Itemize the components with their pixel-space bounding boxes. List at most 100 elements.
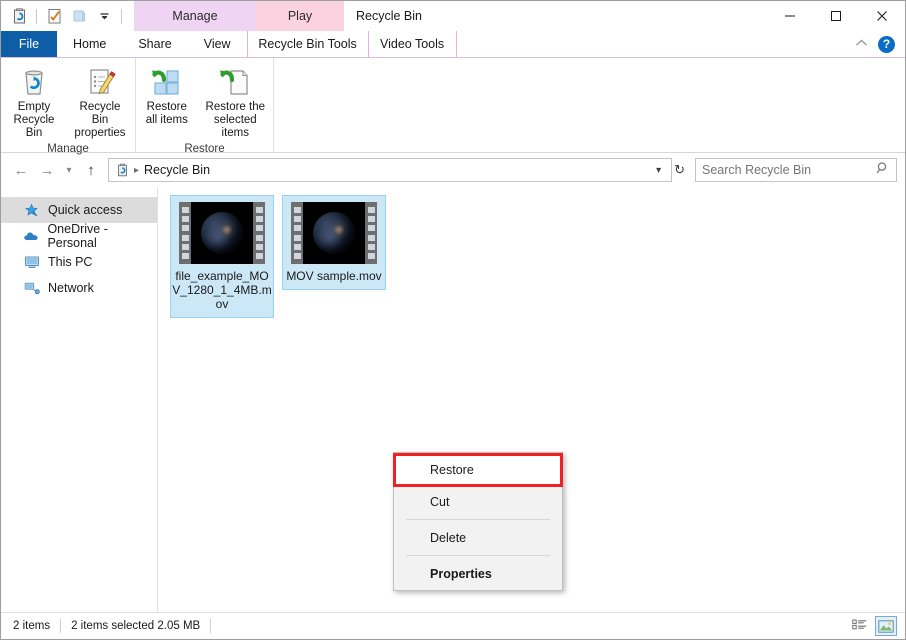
- context-menu-separator: [406, 555, 550, 556]
- file-name: file_example_MOV_1280_1_4MB.mov: [172, 269, 272, 311]
- view-switch-buttons: [849, 616, 897, 636]
- film-sprocket-left: [291, 202, 303, 264]
- sidebar-label-this-pc: This PC: [48, 255, 93, 269]
- earth-image: [313, 212, 355, 254]
- file-item[interactable]: MOV sample.mov: [282, 195, 386, 290]
- earth-image: [201, 212, 243, 254]
- context-menu-separator: [406, 519, 550, 520]
- sidebar-label-network: Network: [48, 281, 94, 295]
- restore-all-items-button[interactable]: Restore all items: [136, 63, 198, 127]
- properties-icon[interactable]: [44, 6, 64, 26]
- thumbnail-frame: [191, 202, 253, 264]
- refresh-icon[interactable]: ↻: [674, 162, 687, 178]
- breadcrumb-recycle-bin[interactable]: Recycle Bin: [144, 163, 210, 177]
- restore-all-items-label: Restore all items: [145, 101, 188, 126]
- empty-recycle-bin-label: Empty Recycle Bin: [13, 101, 55, 139]
- breadcrumb-separator-icon: ▸: [134, 164, 140, 176]
- contextual-header-manage: Manage: [134, 1, 256, 31]
- sidebar-item-onedrive[interactable]: OneDrive - Personal: [1, 222, 157, 250]
- recent-locations-button[interactable]: ▾: [61, 158, 77, 182]
- ribbon-group-manage: Empty Recycle Bin Recycle Bin properties…: [1, 58, 136, 155]
- quick-access-toolbar: [1, 1, 130, 31]
- status-bar: 2 items 2 items selected 2.05 MB: [1, 612, 905, 639]
- video-earth-thumbnail: [291, 202, 377, 264]
- search-input[interactable]: [702, 163, 876, 177]
- search-box[interactable]: [695, 158, 897, 182]
- file-item[interactable]: file_example_MOV_1280_1_4MB.mov: [170, 195, 274, 318]
- restore-selected-items-button[interactable]: Restore the selected items: [198, 63, 273, 140]
- context-menu-item-properties[interactable]: Properties: [394, 559, 562, 588]
- film-sprocket-left: [179, 202, 191, 264]
- breadcrumb[interactable]: ▸ Recycle Bin ▾: [108, 158, 673, 182]
- sidebar-label-quick-access: Quick access: [48, 203, 123, 217]
- collapse-ribbon-icon[interactable]: [855, 35, 868, 53]
- sidebar-item-network[interactable]: Network: [1, 275, 157, 301]
- restore-all-icon: [151, 65, 183, 99]
- tab-home[interactable]: Home: [57, 31, 122, 57]
- tab-share[interactable]: Share: [122, 31, 187, 57]
- restore-selected-items-label: Restore the selected items: [205, 101, 265, 139]
- restore-selected-icon: [219, 65, 251, 99]
- recycle-bin-icon: [114, 163, 131, 178]
- monitor-icon: [23, 254, 40, 271]
- properties-pencil-icon: [84, 65, 116, 99]
- explorer-body: Quick access OneDrive - Personal This PC…: [1, 187, 905, 612]
- context-menu-item-restore[interactable]: Restore: [393, 453, 563, 487]
- tab-recycle-bin-tools[interactable]: Recycle Bin Tools: [246, 31, 369, 57]
- chevron-down-icon[interactable]: ▾: [650, 165, 667, 176]
- tab-video-tools[interactable]: Video Tools: [368, 31, 457, 57]
- cloud-icon: [23, 228, 39, 245]
- network-icon: [23, 280, 40, 297]
- status-divider: [60, 619, 62, 633]
- navigation-pane: Quick access OneDrive - Personal This PC…: [1, 187, 158, 612]
- window-title: Recycle Bin: [356, 9, 422, 23]
- customize-dropdown[interactable]: [94, 6, 114, 26]
- video-earth-thumbnail: [179, 202, 265, 264]
- recycle-bin-properties-label: Recycle Bin properties: [74, 101, 126, 139]
- recycle-bin-properties-button[interactable]: Recycle Bin properties: [67, 63, 133, 140]
- status-selection-info: 2 items selected 2.05 MB: [71, 620, 201, 632]
- context-menu: Restore Cut Delete Properties: [393, 452, 563, 591]
- minimize-button[interactable]: [767, 1, 813, 31]
- ribbon-tab-bar-right: ?: [855, 31, 905, 57]
- file-name: MOV sample.mov: [286, 269, 382, 283]
- tab-file[interactable]: File: [1, 31, 57, 57]
- sidebar-item-quick-access[interactable]: Quick access: [1, 197, 157, 223]
- title-bar: Manage Play Recycle Bin: [1, 1, 905, 31]
- thumbnail-frame: [303, 202, 365, 264]
- ribbon-tab-bar: File Home Share View Recycle Bin Tools V…: [1, 31, 905, 57]
- star-pin-icon: [23, 202, 40, 219]
- explorer-window: Manage Play Recycle Bin File Home Share …: [0, 0, 906, 640]
- context-menu-item-cut[interactable]: Cut: [394, 487, 562, 516]
- details-view-button[interactable]: [849, 616, 871, 636]
- status-item-count: 2 items: [13, 620, 51, 632]
- close-button[interactable]: [859, 1, 905, 31]
- sidebar-label-onedrive: OneDrive - Personal: [47, 222, 108, 250]
- recycle-bin-icon[interactable]: [9, 6, 29, 26]
- contextual-tab-headers: Manage Play: [134, 1, 344, 31]
- large-icons-view-button[interactable]: [875, 616, 897, 636]
- status-divider-2: [210, 619, 212, 633]
- tab-view[interactable]: View: [188, 31, 247, 57]
- ribbon-group-label-restore: Restore: [184, 143, 225, 155]
- empty-recycle-bin-button[interactable]: Empty Recycle Bin: [1, 63, 67, 140]
- new-folder-icon[interactable]: [69, 6, 89, 26]
- toolbar-divider: [36, 8, 37, 24]
- back-button[interactable]: ←: [9, 158, 33, 182]
- forward-button[interactable]: →: [35, 158, 59, 182]
- film-sprocket-right: [365, 202, 377, 264]
- sidebar-item-this-pc[interactable]: This PC: [1, 249, 157, 275]
- ribbon-group-label-manage: Manage: [47, 143, 89, 155]
- maximize-button[interactable]: [813, 1, 859, 31]
- file-tiles: file_example_MOV_1280_1_4MB.mov MOV samp…: [170, 195, 905, 318]
- toolbar-divider-2: [121, 8, 122, 24]
- window-controls: [767, 1, 905, 31]
- help-icon[interactable]: ?: [878, 35, 895, 53]
- context-menu-item-delete[interactable]: Delete: [394, 523, 562, 552]
- recycle-bin-large-icon: [18, 65, 50, 99]
- up-button[interactable]: ↑: [79, 158, 103, 182]
- search-icon[interactable]: [876, 161, 890, 180]
- contextual-header-play: Play: [256, 1, 344, 31]
- film-sprocket-right: [253, 202, 265, 264]
- ribbon-group-restore: Restore all items Restore the selected i…: [136, 58, 274, 155]
